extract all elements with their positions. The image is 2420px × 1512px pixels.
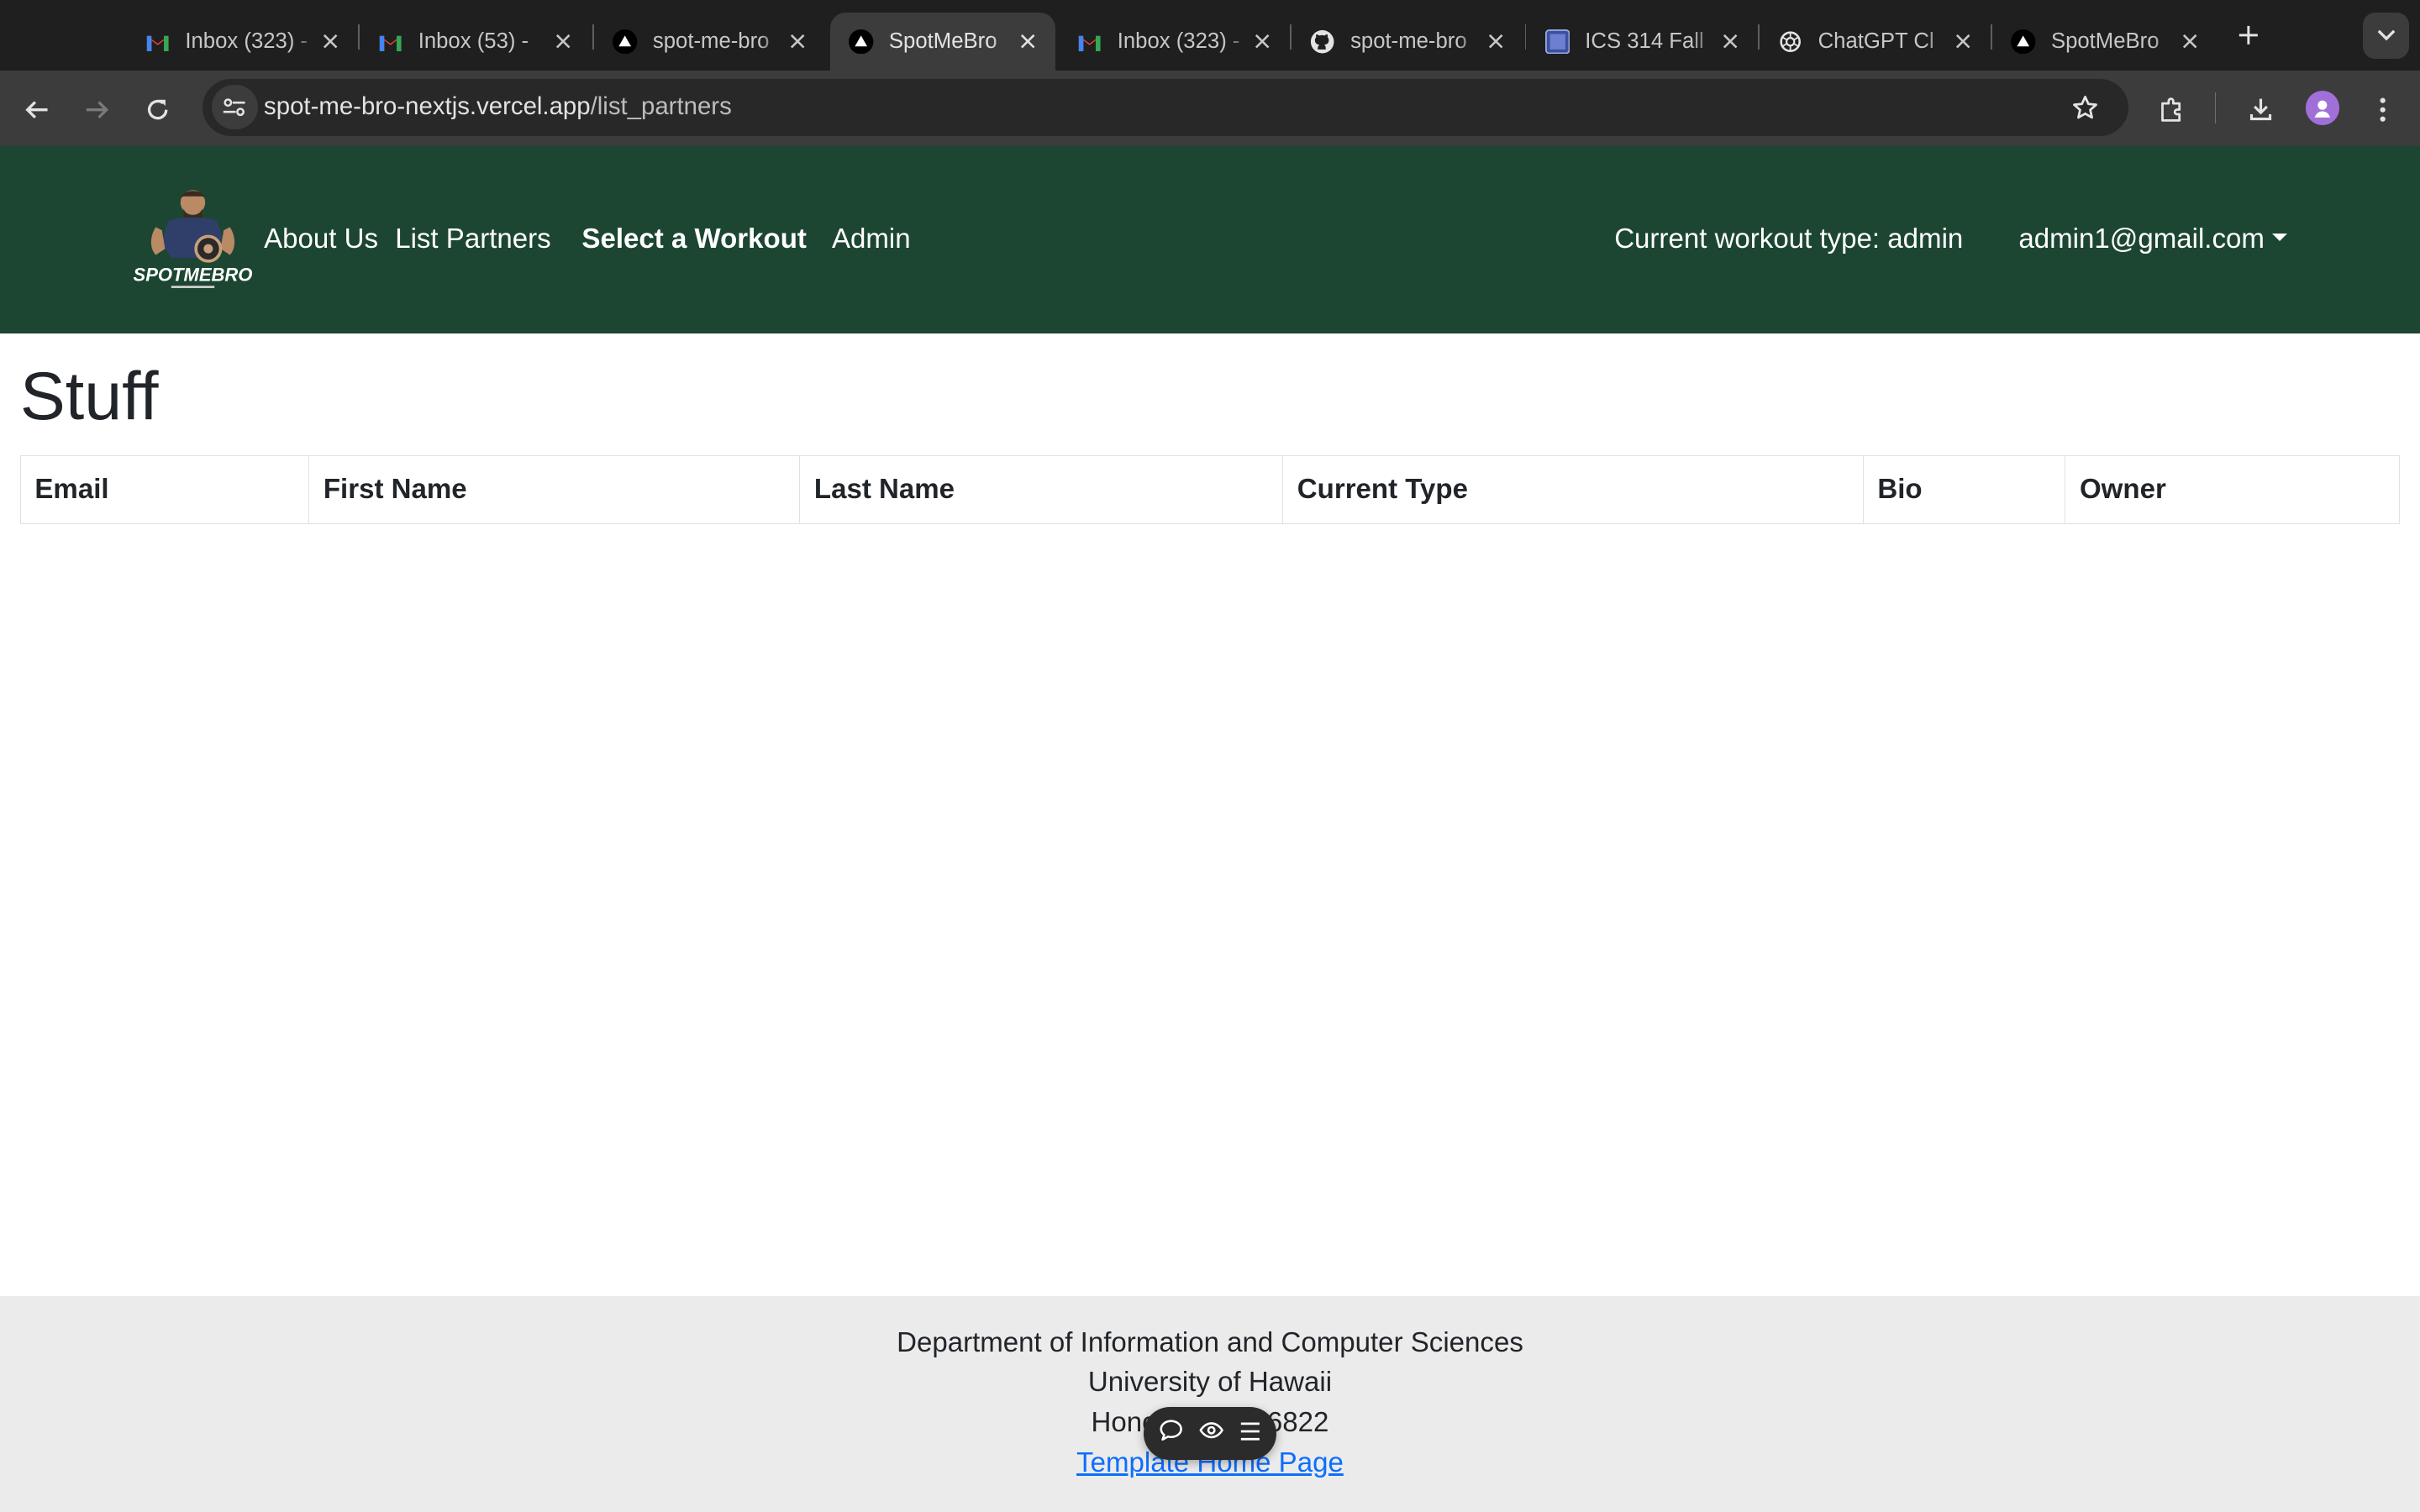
close-icon[interactable]: [2178, 29, 2202, 54]
back-arrow-icon[interactable]: [17, 90, 57, 130]
github-icon: [1310, 29, 1334, 54]
close-icon[interactable]: [1016, 29, 1040, 54]
browser-tab[interactable]: Inbox (53) -: [360, 13, 592, 71]
browser-toolbar: spot-me-bro-nextjs.vercel.app/list_partn…: [0, 71, 2420, 147]
more-menu-kebab-icon[interactable]: [2363, 90, 2403, 130]
url-text[interactable]: spot-me-bro-nextjs.vercel.app/list_partn…: [264, 92, 732, 121]
nav-about-us[interactable]: About Us: [264, 223, 378, 255]
bookmark-star-icon[interactable]: [2070, 92, 2101, 123]
gmail-icon: [1077, 29, 1102, 54]
column-header-current-type: Current Type: [1282, 454, 1864, 524]
close-icon[interactable]: [1483, 29, 1507, 54]
gmail-icon: [145, 29, 170, 54]
page-title: Stuff: [19, 359, 159, 435]
caret-down-icon: [2272, 234, 2288, 242]
column-header-bio: Bio: [1862, 454, 2066, 524]
eye-icon[interactable]: [1199, 1418, 1224, 1449]
comment-icon[interactable]: [1159, 1418, 1183, 1449]
site-info-icon[interactable]: [211, 85, 258, 130]
vercel-icon: [849, 29, 874, 55]
browser-tab-title: Inbox (53) -: [418, 29, 529, 54]
browser-tab[interactable]: ChatGPT Cl: [1760, 13, 1991, 71]
column-header-email: Email: [19, 454, 310, 524]
close-icon[interactable]: [551, 29, 576, 54]
browser-tab-title: ICS 314 Fall: [1585, 29, 1704, 54]
close-icon[interactable]: [786, 29, 810, 54]
user-email: admin1@gmail.com: [2018, 223, 2265, 255]
menu-icon[interactable]: [1239, 1419, 1261, 1447]
svg-text:SPOTMEBRO: SPOTMEBRO: [134, 264, 253, 285]
browser-tab[interactable]: spot-me-bro: [1292, 13, 1523, 71]
profile-avatar[interactable]: [2306, 91, 2340, 125]
address-bar[interactable]: spot-me-bro-nextjs.vercel.app/list_partn…: [202, 78, 2128, 136]
site-navbar: SPOTMEBRO About Us List Partners Select …: [0, 146, 2420, 333]
browser-tab-title: spot-me-bro: [652, 29, 770, 54]
nav-select-a-workout[interactable]: Select a Workout: [581, 223, 807, 255]
tab-search-chevron-down-icon[interactable]: [2362, 12, 2410, 59]
current-workout-type: Current workout type: admin: [1614, 223, 1964, 255]
browser-tab-title: SpotMeBro: [888, 29, 997, 54]
column-header-last-name: Last Name: [799, 454, 1284, 524]
extensions-puzzle-icon[interactable]: [2151, 90, 2191, 130]
browser-tab-strip: Inbox (323) - Inbox (53) - spot-me-bro S…: [0, 0, 2420, 71]
browser-tab-title: Inbox (323) -: [1117, 29, 1240, 54]
url-host: spot-me-bro-nextjs.vercel.app: [264, 92, 591, 121]
browser-tab-title: spot-me-bro: [1350, 29, 1467, 54]
browser-tab-title: SpotMeBro: [2050, 29, 2160, 54]
browser-tab[interactable]: SpotMeBro: [1992, 13, 2217, 71]
openai-icon: [1778, 29, 1802, 54]
new-tab-plus-icon[interactable]: [2232, 18, 2265, 52]
floating-feedback-toolbar: [1143, 1407, 1276, 1460]
table-header-row: Email First Name Last Name Current Type …: [19, 454, 2401, 524]
browser-tab[interactable]: Inbox (323) -: [1059, 13, 1291, 71]
close-icon[interactable]: [318, 29, 342, 54]
browser-tab[interactable]: Inbox (323) -: [127, 13, 359, 71]
vercel-icon: [613, 29, 638, 55]
close-icon[interactable]: [1951, 29, 1975, 54]
reload-icon[interactable]: [137, 90, 177, 130]
vercel-icon: [2011, 29, 2036, 55]
browser-tab[interactable]: ICS 314 Fall: [1526, 13, 1758, 71]
footer-department: Department of Information and Computer S…: [897, 1326, 1523, 1358]
close-icon[interactable]: [1250, 29, 1275, 54]
footer-university: University of Hawaii: [1087, 1367, 1333, 1399]
close-icon[interactable]: [1718, 29, 1742, 54]
browser-tab[interactable]: spot-me-bro: [594, 13, 826, 71]
browser-tab-active[interactable]: SpotMeBro: [830, 12, 1056, 71]
browser-tab-title: ChatGPT Cl: [1818, 29, 1934, 54]
nav-admin[interactable]: Admin: [832, 223, 911, 255]
column-header-first-name: First Name: [308, 454, 801, 524]
download-icon[interactable]: [2241, 90, 2281, 130]
gmail-icon: [378, 29, 402, 54]
site-footer: Department of Information and Computer S…: [0, 1295, 2420, 1512]
forward-arrow-icon[interactable]: [77, 90, 118, 130]
spotmebro-logo[interactable]: SPOTMEBRO: [122, 184, 264, 295]
browser-tab-title: Inbox (323) -: [185, 29, 308, 54]
nav-list-partners[interactable]: List Partners: [395, 223, 551, 255]
square-icon: [1544, 29, 1570, 55]
user-dropdown[interactable]: admin1@gmail.com: [2018, 223, 2288, 255]
partners-table: Email First Name Last Name Current Type …: [19, 454, 2401, 524]
url-path: /list_partners: [590, 92, 732, 121]
column-header-owner: Owner: [2065, 454, 2401, 524]
